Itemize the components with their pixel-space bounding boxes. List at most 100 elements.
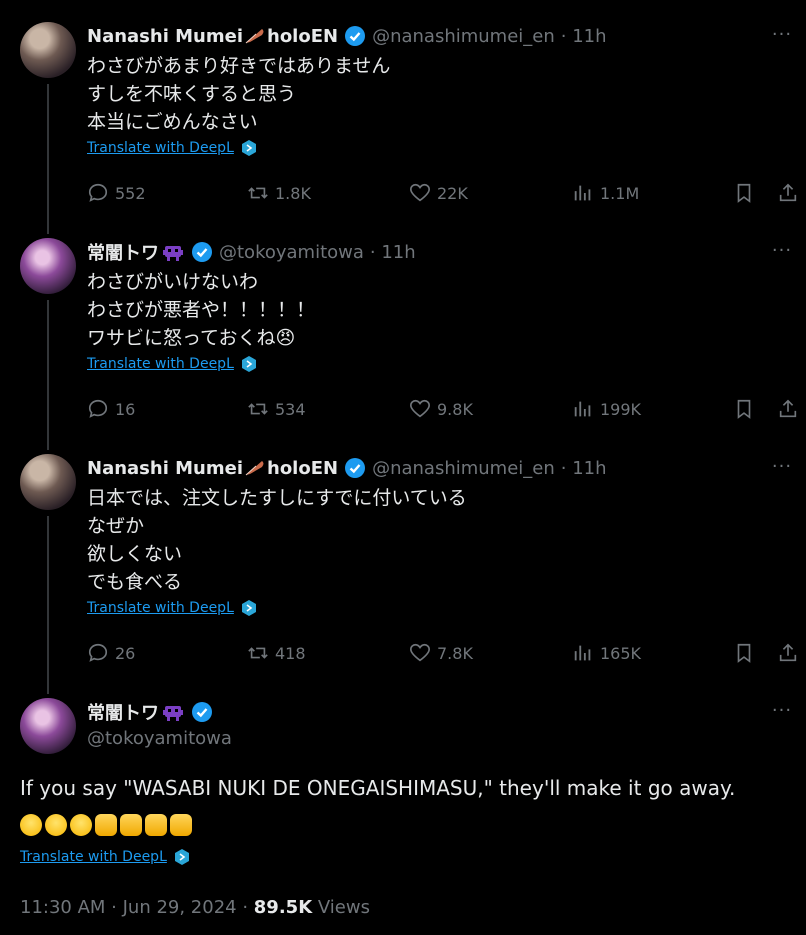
bookmark-button[interactable] [729, 178, 759, 208]
translate-link[interactable]: Translate with DeepL [87, 599, 258, 617]
more-options-icon[interactable]: ··· [770, 456, 794, 480]
thumbs-up-emoji-icon [170, 814, 192, 836]
reply-button[interactable]: 552 [87, 178, 146, 208]
translate-link[interactable]: Translate with DeepL [20, 848, 191, 866]
verified-badge-icon [345, 458, 366, 478]
repost-button[interactable]: 418 [247, 638, 306, 668]
repost-icon [248, 187, 268, 199]
views-button[interactable]: 165K [572, 638, 641, 668]
reply-icon [88, 183, 108, 202]
post-line: でも食べる [87, 571, 183, 593]
post-time[interactable]: · 11h [370, 242, 416, 263]
display-name-suffix[interactable]: holoEN [267, 26, 338, 47]
avatar[interactable] [20, 238, 76, 294]
views-total: 89.5K [253, 897, 313, 918]
deepl-icon [241, 356, 256, 372]
reply-button[interactable]: 26 [87, 638, 135, 668]
repost-count: 1.8K [275, 183, 311, 203]
display-name[interactable]: Nanashi Mumei [87, 26, 243, 47]
post-text: わさびがいけないわ わさびが悪者や！！！！！ ワサビに怒っておくね😠 [87, 268, 315, 352]
views-label: Views [312, 897, 370, 918]
timestamp-text[interactable]: 11:30 AM · Jun 29, 2024 · [20, 897, 254, 918]
thumbs-up-emoji-icon [145, 814, 167, 836]
post-line: ワサビに怒っておくね😠 [87, 327, 296, 349]
feather-icon [245, 461, 264, 476]
action-bar: 16 534 9.8K 199K [87, 394, 799, 424]
display-name-suffix[interactable]: holoEN [267, 458, 338, 479]
reply-icon [88, 643, 108, 662]
translate-label[interactable]: Translate with DeepL [87, 356, 234, 372]
bookmark-button[interactable] [729, 638, 759, 668]
post-line: 日本では、注文したすしにすでに付いている [87, 487, 467, 509]
translate-label[interactable]: Translate with DeepL [20, 849, 167, 865]
analytics-icon [574, 185, 591, 201]
display-name[interactable]: 常闇トワ [87, 239, 159, 265]
post-text: 日本では、注文したすしにすでに付いている なぜか 欲しくない でも食べる [87, 484, 467, 596]
deepl-icon [241, 140, 256, 156]
bookmark-button[interactable] [729, 394, 759, 424]
analytics-icon [574, 401, 591, 417]
post-header: 常闇トワ [87, 698, 213, 726]
more-options-icon[interactable]: ··· [770, 24, 794, 48]
views-count: 165K [600, 643, 642, 663]
action-bar: 26 418 7.8K 165K [87, 638, 799, 668]
post-time[interactable]: · 11h [561, 458, 607, 479]
post-text: If you say "WASABI NUKI DE ONEGAISHIMASU… [20, 776, 736, 800]
share-icon [779, 399, 797, 418]
feather-icon [245, 29, 264, 44]
post-line: わさびが悪者や！！！！！ [87, 299, 316, 321]
reply-button[interactable]: 16 [87, 394, 135, 424]
views-button[interactable]: 1.1M [572, 178, 639, 208]
translate-link[interactable]: Translate with DeepL [87, 355, 258, 373]
display-name[interactable]: Nanashi Mumei [87, 458, 243, 479]
share-icon [779, 183, 797, 202]
post-timestamp: 11:30 AM · Jun 29, 2024 · 89.5K Views [20, 897, 370, 918]
thumbs-up-emoji-icon [95, 814, 117, 836]
post-text: わさびがあまり好きではありません すしを不味くすると思う 本当にごめんなさい [87, 52, 390, 136]
translate-label[interactable]: Translate with DeepL [87, 140, 234, 156]
bookmark-icon [737, 399, 751, 419]
share-button[interactable] [773, 178, 803, 208]
more-options-icon[interactable]: ··· [770, 240, 794, 264]
handle[interactable]: @tokoyamitowa [219, 242, 364, 263]
repost-button[interactable]: 1.8K [247, 178, 311, 208]
like-button[interactable]: 7.8K [409, 638, 473, 668]
reply-count: 16 [115, 399, 136, 419]
post-line: なぜか [87, 515, 145, 537]
bookmark-icon [737, 183, 751, 203]
thumbs-up-emoji-icon [120, 814, 142, 836]
avatar[interactable] [20, 22, 76, 78]
thread-line [47, 516, 49, 694]
like-button[interactable]: 22K [409, 178, 468, 208]
repost-count: 534 [275, 399, 306, 419]
post-line: 本当にごめんなさい [87, 111, 258, 133]
translate-link[interactable]: Translate with DeepL [87, 139, 258, 157]
reply-post-2[interactable]: 常闇トワ @tokoyamitowa · 11h ··· わさびがいけないわ わ… [0, 238, 806, 450]
tweet-thread: Nanashi Mumei holoEN @nanashimumei_en · … [0, 0, 806, 935]
emoji-row [20, 814, 195, 836]
handle[interactable]: @nanashimumei_en [372, 458, 555, 479]
verified-badge-icon [345, 26, 366, 46]
reply-count: 26 [115, 643, 136, 663]
reply-post-1[interactable]: Nanashi Mumei holoEN @nanashimumei_en · … [0, 22, 806, 234]
reply-post-3[interactable]: Nanashi Mumei holoEN @nanashimumei_en · … [0, 454, 806, 694]
bookmark-icon [737, 643, 751, 663]
handle[interactable]: @tokoyamitowa [87, 728, 232, 749]
purple-alien-icon [163, 706, 183, 721]
purple-alien-icon [163, 246, 183, 261]
translate-label[interactable]: Translate with DeepL [87, 600, 234, 616]
like-button[interactable]: 9.8K [409, 394, 473, 424]
more-options-icon[interactable]: ··· [770, 700, 794, 724]
repost-icon [248, 647, 268, 659]
handle[interactable]: @nanashimumei_en [372, 26, 555, 47]
display-name[interactable]: 常闇トワ [87, 699, 159, 725]
deepl-icon [174, 849, 189, 865]
avatar[interactable] [20, 454, 76, 510]
views-count: 199K [600, 399, 642, 419]
views-button[interactable]: 199K [572, 394, 641, 424]
avatar[interactable] [20, 698, 76, 754]
share-button[interactable] [773, 394, 803, 424]
repost-button[interactable]: 534 [247, 394, 306, 424]
share-button[interactable] [773, 638, 803, 668]
post-time[interactable]: · 11h [561, 26, 607, 47]
